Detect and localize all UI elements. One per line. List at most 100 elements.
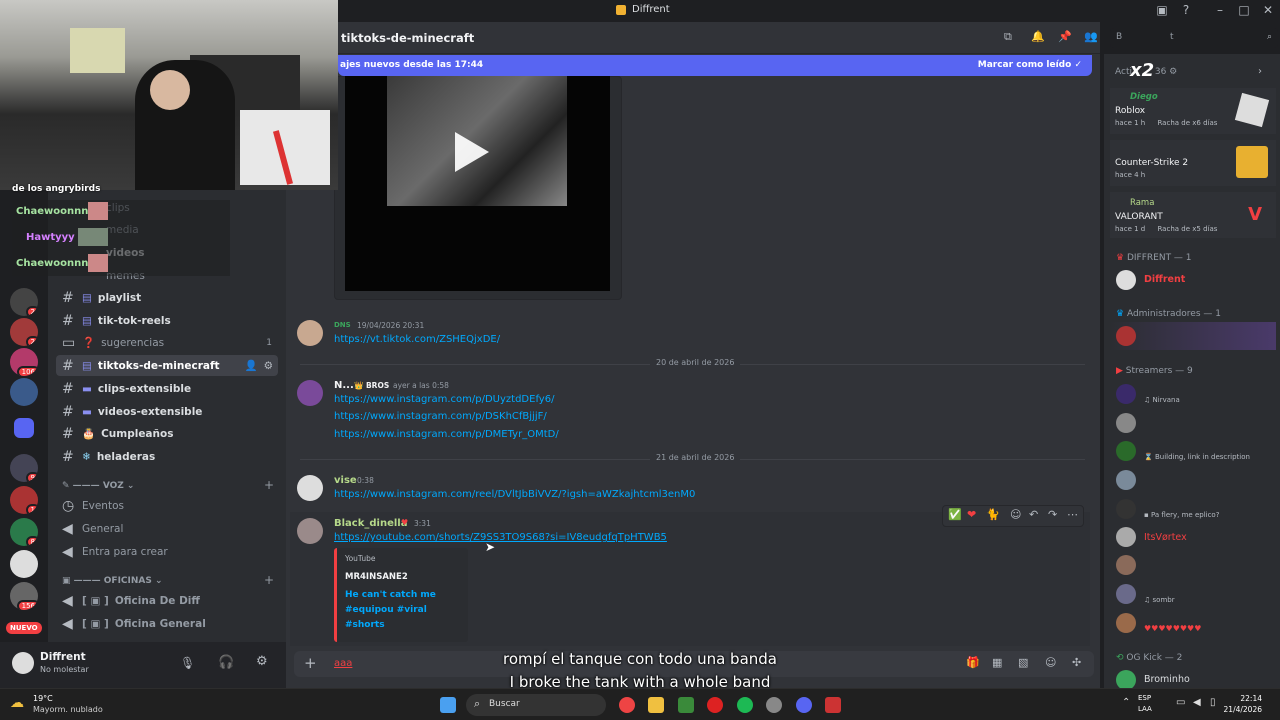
activity-card[interactable]: Rama VALORANT hace 1 d Racha de x5 días …	[1110, 192, 1276, 238]
app-icon[interactable]	[825, 697, 841, 713]
battery-icon[interactable]: ▯	[1210, 697, 1216, 708]
channel-clips-extensible[interactable]: # ▬ clips-extensible	[56, 378, 278, 399]
voice-channel-oficina-general[interactable]: ◀ [ ▣ ] Oficina General	[56, 613, 278, 634]
spotify-icon[interactable]	[737, 697, 753, 713]
members-icon[interactable]: 👥	[1084, 30, 1098, 43]
folder-icon[interactable]	[648, 697, 664, 713]
avatar[interactable]	[1116, 413, 1136, 433]
pin-icon[interactable]: 📌	[1058, 30, 1072, 43]
embed-title-line[interactable]: He can't catch me	[345, 590, 436, 600]
message-link[interactable]: https://www.instagram.com/p/DSKhCfBjjjF/	[334, 411, 547, 422]
member-name[interactable]: Diffrent	[1144, 274, 1185, 285]
network-icon[interactable]: ▭	[1176, 697, 1185, 708]
message-link[interactable]: https://www.instagram.com/p/DUyztdDEfy6/	[334, 394, 554, 405]
cat-reaction-icon[interactable]: 🐈	[986, 508, 1000, 521]
gift-icon[interactable]: 🎁	[966, 656, 980, 669]
bell-icon[interactable]: 🔔	[1031, 30, 1045, 43]
search-input[interactable]: Bt ⌕	[1110, 28, 1278, 48]
chevron-right-icon[interactable]: ›	[1258, 66, 1262, 77]
apps-icon[interactable]: ✣	[1072, 656, 1081, 669]
avatar[interactable]	[1116, 555, 1136, 575]
avatar[interactable]	[297, 320, 323, 346]
close-icon[interactable]: ✕	[1260, 3, 1276, 19]
category-oficinas[interactable]: ▣ ——— OFICINAS ⌄	[62, 576, 163, 586]
avatar[interactable]	[1116, 613, 1136, 633]
settings-icon[interactable]	[766, 697, 782, 713]
embed-author[interactable]: MR4INSANE2	[345, 572, 408, 582]
channel-sugerencias[interactable]: ▭ ❓ sugerencias 1	[56, 332, 278, 353]
maximize-icon[interactable]: □	[1236, 3, 1252, 19]
embed-title-line[interactable]: #shorts	[345, 620, 385, 630]
channel-playlist[interactable]: # ▤ playlist	[56, 287, 278, 308]
microphone-icon[interactable]: 🎙	[180, 656, 195, 670]
member-name[interactable]: Brominho	[1144, 674, 1190, 685]
avatar[interactable]	[1116, 584, 1136, 604]
message-username[interactable]: vise	[334, 475, 357, 486]
settings-gear-icon[interactable]: ⚙	[256, 654, 268, 669]
add-reaction-icon[interactable]: ☺	[1010, 508, 1021, 521]
avatar[interactable]	[297, 475, 323, 501]
channel-tik-tok-reels[interactable]: # ▤ tik-tok-reels	[56, 310, 278, 331]
avatar[interactable]	[1116, 527, 1136, 547]
message-username[interactable]: N...	[334, 380, 354, 391]
folder-icon[interactable]	[14, 418, 34, 438]
avatar[interactable]	[1116, 499, 1136, 519]
add-channel-icon[interactable]: +	[264, 573, 274, 587]
server-icon[interactable]: 8	[10, 518, 38, 546]
server-icon[interactable]: 156	[10, 582, 38, 610]
avatar[interactable]	[1116, 470, 1136, 490]
server-icon[interactable]	[10, 378, 38, 406]
new-messages-bar[interactable]: ajes nuevos desde las 17:44 Marcar como …	[338, 55, 1092, 76]
mark-read-button[interactable]: Marcar como leído ✓	[978, 60, 1082, 70]
message-link[interactable]: https://youtube.com/shorts/Z9SS3TO9S68?s…	[334, 532, 667, 543]
channel-tiktoks-de-minecraft[interactable]: # ▤ tiktoks-de-minecraft 👤 ⚙	[56, 355, 278, 376]
clock-time[interactable]: 22:14	[1222, 694, 1262, 703]
opera-icon[interactable]	[707, 697, 723, 713]
server-icon[interactable]: 1	[10, 486, 38, 514]
inbox-icon[interactable]: ▣	[1154, 3, 1170, 19]
composer-input[interactable]: aaa	[334, 658, 352, 669]
embed-title-line[interactable]: #equipou #viral	[345, 605, 427, 615]
sticker-icon[interactable]: ▧	[1018, 656, 1028, 669]
server-icon[interactable]: 106	[10, 348, 38, 376]
discord-icon[interactable]	[796, 697, 812, 713]
reply-icon[interactable]: ↶	[1029, 508, 1038, 521]
play-icon[interactable]	[455, 132, 489, 172]
avatar[interactable]	[1116, 441, 1136, 461]
avatar[interactable]	[297, 518, 323, 544]
avatar[interactable]	[297, 380, 323, 406]
video-player[interactable]	[345, 76, 610, 291]
tray-chevron-icon[interactable]: ⌃	[1122, 697, 1130, 708]
add-channel-icon[interactable]: +	[264, 478, 274, 492]
headphones-icon[interactable]: 🎧	[218, 655, 234, 670]
volume-icon[interactable]: ◀	[1193, 697, 1201, 708]
avatar[interactable]	[1116, 270, 1136, 290]
avatar[interactable]	[1116, 670, 1136, 690]
message-link[interactable]: https://www.instagram.com/p/DMETyr_OMtD/	[334, 429, 559, 440]
server-icon[interactable]: 2	[10, 318, 38, 346]
message-link[interactable]: https://vt.tiktok.com/ZSHEQjxDE/	[334, 334, 500, 345]
channel-heladeras[interactable]: # ❄ heladeras	[56, 446, 278, 467]
server-icon[interactable]	[10, 550, 38, 578]
gif-icon[interactable]: ▦	[992, 656, 1002, 669]
activity-card[interactable]: Diego Roblox hace 1 h Racha de x6 días	[1110, 88, 1276, 134]
language-indicator[interactable]: ESP	[1138, 694, 1151, 702]
category-voz[interactable]: ✎ ——— VOZ ⌄	[62, 481, 134, 491]
weather-icon[interactable]: ☁	[10, 695, 24, 711]
attach-plus-icon[interactable]: +	[304, 654, 317, 672]
avatar[interactable]	[1116, 326, 1136, 346]
avatar[interactable]	[1116, 384, 1136, 404]
more-icon[interactable]: ⋯	[1067, 508, 1078, 521]
voice-channel-eventos[interactable]: ◷ Eventos	[56, 495, 278, 516]
emoji-icon[interactable]: ☺	[1045, 656, 1056, 669]
help-icon[interactable]: ?	[1178, 3, 1194, 19]
voice-channel-create[interactable]: ◀ Entra para crear	[56, 541, 278, 562]
channel-videos-extensible[interactable]: # ▬ videos-extensible	[56, 401, 278, 422]
message-link[interactable]: https://www.instagram.com/reel/DVltJbBiV…	[334, 489, 695, 500]
member-name[interactable]: ItsVørtex	[1144, 532, 1187, 543]
voice-channel-general[interactable]: ◀ General	[56, 518, 278, 539]
windows-start-icon[interactable]	[440, 697, 456, 713]
threads-icon[interactable]: ⧉	[1004, 30, 1012, 44]
taskbar-search[interactable]: ⌕ Buscar	[466, 694, 606, 716]
server-icon[interactable]: 2	[10, 288, 38, 316]
